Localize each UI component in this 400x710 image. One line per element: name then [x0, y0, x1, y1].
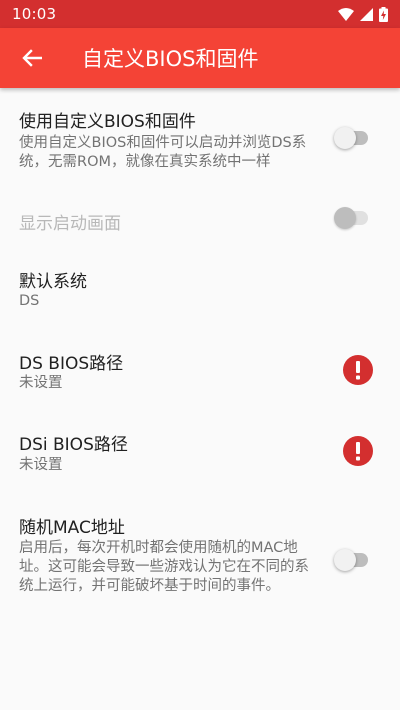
pref-dsi-bios-path[interactable]: DSi BIOS路径 未设置 — [0, 411, 400, 491]
wifi-icon — [338, 7, 354, 21]
pref-random-mac-address[interactable]: 随机MAC地址 启用后，每次开机时都会使用随机的MAC地址。这可能会导致一些游戏… — [0, 491, 400, 621]
back-button[interactable] — [4, 28, 60, 88]
pref-default-system[interactable]: 默认系统 DS — [0, 250, 400, 330]
error-icon — [343, 436, 373, 466]
show-boot-screen-switch[interactable] — [334, 207, 370, 229]
pref-title: DSi BIOS路径 — [19, 435, 128, 455]
page-title: 自定义BIOS和固件 — [82, 47, 259, 71]
arrow-back-icon — [22, 49, 42, 67]
battery-charging-icon — [379, 6, 388, 22]
app-bar: 自定义BIOS和固件 — [0, 28, 400, 88]
pref-title: 显示启动画面 — [19, 214, 121, 234]
pref-title: 使用自定义BIOS和固件 — [19, 112, 196, 132]
pref-use-custom-bios[interactable]: 使用自定义BIOS和固件 使用自定义BIOS和固件可以启动并浏览DS系统，无需R… — [0, 88, 400, 192]
signal-icon — [360, 7, 373, 21]
pref-title: DS BIOS路径 — [19, 354, 124, 374]
status-bar: 10:03 — [0, 0, 400, 28]
status-time: 10:03 — [12, 5, 57, 23]
pref-summary: DS — [19, 293, 40, 309]
pref-ds-bios-path[interactable]: DS BIOS路径 未设置 — [0, 330, 400, 411]
pref-summary: 启用后，每次开机时都会使用随机的MAC地址。这可能会导致一些游戏认为它在不同的系… — [19, 540, 309, 594]
pref-summary: 未设置 — [19, 375, 63, 391]
pref-show-boot-screen[interactable]: 显示启动画面 — [0, 192, 400, 250]
use-custom-bios-switch[interactable] — [334, 127, 370, 149]
random-mac-switch[interactable] — [334, 549, 370, 571]
pref-title: 随机MAC地址 — [19, 518, 125, 538]
pref-summary: 未设置 — [19, 457, 63, 473]
status-icons — [338, 6, 388, 22]
pref-summary: 使用自定义BIOS和固件可以启动并浏览DS系统，无需ROM，就像在真实系统中一样 — [19, 135, 307, 170]
pref-title: 默认系统 — [19, 272, 87, 292]
error-icon — [343, 355, 373, 385]
